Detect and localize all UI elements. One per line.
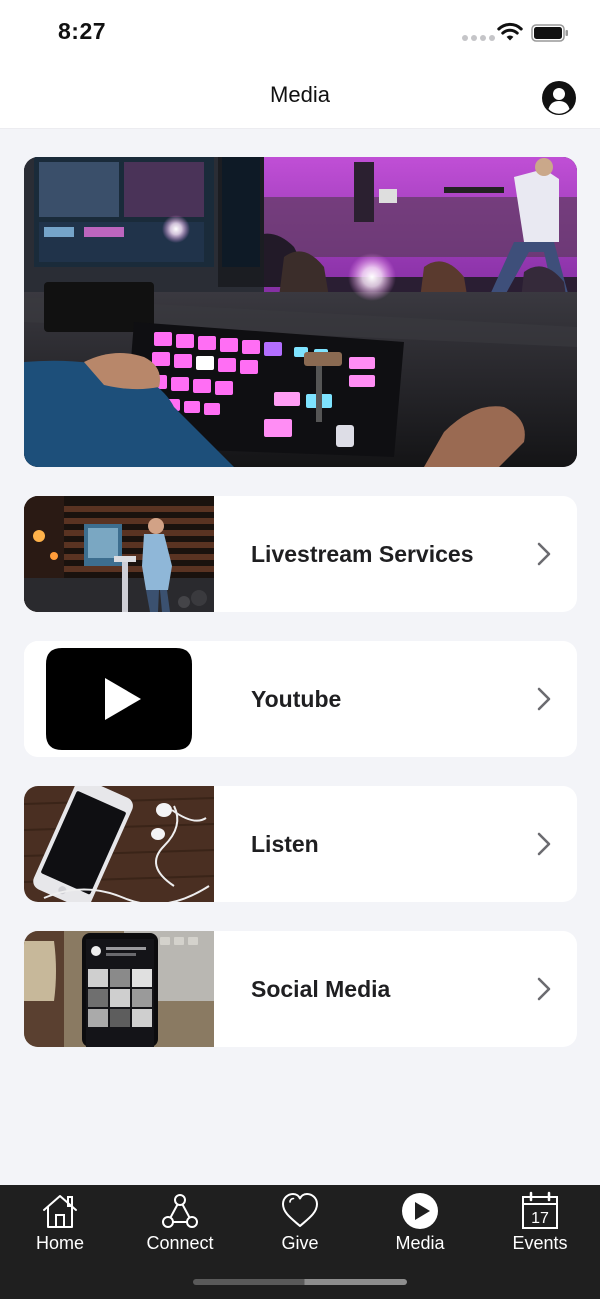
tab-media[interactable]: Media bbox=[360, 1185, 480, 1265]
calendar-icon: 17 bbox=[522, 1191, 558, 1229]
tab-connect-label: Connect bbox=[146, 1233, 214, 1253]
livestream-services-label: Livestream Services bbox=[251, 541, 474, 567]
status-time: 8:27 bbox=[58, 18, 107, 44]
tab-give-label: Give bbox=[281, 1233, 319, 1253]
youtube-label: Youtube bbox=[251, 686, 342, 712]
chevron-right-icon bbox=[537, 977, 551, 1001]
tab-home[interactable]: Home bbox=[0, 1185, 120, 1265]
chevron-right-icon bbox=[537, 687, 551, 711]
social-media-label: Social Media bbox=[251, 976, 391, 1002]
production-control-room-photo bbox=[24, 157, 577, 467]
page-title: Media bbox=[270, 82, 330, 107]
social-media-row[interactable]: Social Media bbox=[24, 931, 577, 1047]
hero-image[interactable] bbox=[24, 157, 577, 467]
tab-bar: Home Connect Give Media 17 Events bbox=[0, 1185, 600, 1299]
listen-row[interactable]: Listen bbox=[24, 786, 577, 902]
listen-label: Listen bbox=[251, 831, 319, 857]
chevron-right-icon bbox=[537, 542, 551, 566]
calendar-day: 17 bbox=[531, 1210, 549, 1227]
house-icon bbox=[43, 1195, 77, 1228]
youtube-row[interactable]: Youtube bbox=[24, 641, 577, 757]
tab-give[interactable]: Give bbox=[240, 1185, 360, 1265]
tab-connect[interactable]: Connect bbox=[120, 1185, 240, 1265]
livestream-services-row[interactable]: Livestream Services bbox=[24, 496, 577, 612]
heart-icon bbox=[282, 1193, 318, 1227]
youtube-logo-icon bbox=[24, 641, 214, 757]
navigation-bar: Media bbox=[0, 64, 600, 129]
tab-media-label: Media bbox=[395, 1233, 445, 1253]
profile-icon[interactable] bbox=[541, 80, 577, 116]
chevron-right-icon bbox=[537, 832, 551, 856]
home-indicator bbox=[193, 1279, 407, 1285]
tab-events-label: Events bbox=[512, 1233, 568, 1253]
cellular-signal-icon bbox=[462, 35, 495, 41]
phone-earbuds-photo bbox=[24, 786, 215, 902]
wifi-icon bbox=[497, 22, 523, 41]
tab-events[interactable]: 17 Events bbox=[480, 1185, 600, 1265]
pastor-preaching-photo bbox=[24, 496, 214, 612]
tab-home-label: Home bbox=[35, 1233, 84, 1253]
battery-icon bbox=[531, 24, 568, 42]
network-icon bbox=[162, 1194, 198, 1228]
play-circle-icon bbox=[402, 1193, 438, 1229]
status-bar: 8:27 bbox=[0, 0, 600, 64]
instagram-phone-photo bbox=[24, 931, 214, 1047]
